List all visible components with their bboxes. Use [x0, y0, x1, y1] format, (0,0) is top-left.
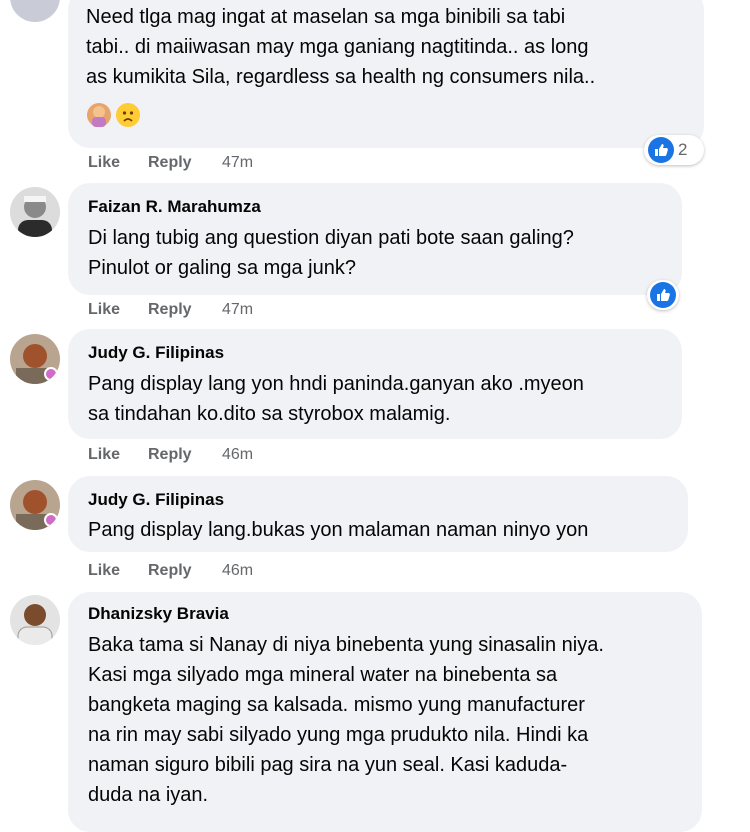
comment-author[interactable]: Dhanizsky Bravia [88, 602, 229, 626]
timestamp[interactable]: 46m [222, 444, 253, 466]
reaction-count: 2 [678, 140, 688, 159]
comment-bubble: Dhanizsky Bravia Baka tama si Nanay di n… [68, 592, 702, 832]
comment-text: Pang display lang.bukas yon malaman nama… [88, 519, 589, 541]
avatar[interactable] [10, 595, 60, 645]
reply-button[interactable]: Reply [148, 560, 192, 582]
reply-button[interactable]: Reply [148, 299, 192, 321]
comment-actions: Like Reply 46m [88, 444, 338, 466]
timestamp[interactable]: 46m [222, 560, 253, 582]
comment-text: Need tlga mag ingat at maselan sa mga bi… [86, 6, 596, 88]
woman-gesturing-emoji-icon [87, 103, 111, 127]
avatar[interactable] [10, 0, 60, 22]
comment-bubble: Judy G. Filipinas Pang display lang.buka… [68, 476, 688, 552]
like-button[interactable]: Like [88, 299, 120, 321]
avatar[interactable] [10, 480, 60, 530]
like-reaction-icon [648, 137, 674, 163]
avatar[interactable] [10, 334, 60, 384]
comment-text: Baka tama si Nanay di niya binebenta yun… [88, 634, 604, 806]
comment-bubble: Need tlga mag ingat at maselan sa mga bi… [68, 0, 704, 148]
comment-text: Di lang tubig ang question diyan pati bo… [88, 227, 574, 279]
reply-button[interactable]: Reply [148, 444, 192, 466]
timestamp[interactable]: 47m [222, 299, 253, 321]
like-reaction-icon [650, 282, 676, 308]
comment-author[interactable]: Faizan R. Marahumza [88, 195, 261, 219]
like-button[interactable]: Like [88, 444, 120, 466]
like-button[interactable]: Like [88, 152, 120, 174]
avatar[interactable] [10, 187, 60, 237]
comment-actions: Like Reply 46m [88, 560, 338, 582]
comment-author[interactable]: Judy G. Filipinas [88, 488, 224, 512]
comment-bubble: Judy G. Filipinas Pang display lang yon … [68, 329, 682, 439]
comment-text: Pang display lang yon hndi paninda.ganya… [88, 373, 584, 425]
reaction-summary[interactable]: 2 [644, 135, 704, 165]
timestamp[interactable]: 47m [222, 152, 253, 174]
comment-actions: Like Reply 47m [88, 152, 338, 174]
comment-bubble: Faizan R. Marahumza Di lang tubig ang qu… [68, 183, 682, 295]
like-button[interactable]: Like [88, 560, 120, 582]
comment-author[interactable]: Judy G. Filipinas [88, 341, 224, 365]
comment-actions: Like Reply 47m [88, 299, 338, 321]
reaction-summary[interactable] [647, 280, 679, 310]
reply-button[interactable]: Reply [148, 152, 192, 174]
sad-face-emoji-icon [116, 103, 140, 127]
